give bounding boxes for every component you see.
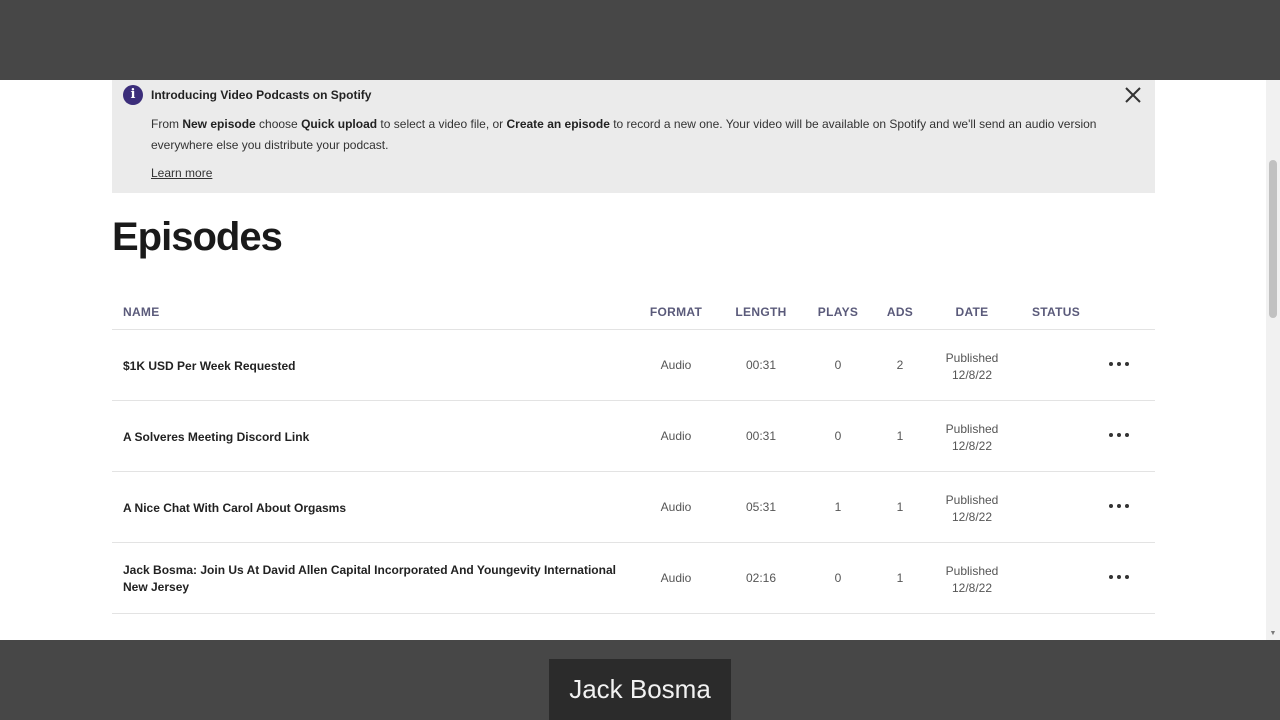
- episodes-table: NAME FORMAT LENGTH PLAYS ADS DATE STATUS…: [112, 290, 1155, 614]
- browser-viewport: i Introducing Video Podcasts on Spotify …: [0, 80, 1280, 640]
- more-options-button[interactable]: [1104, 356, 1134, 372]
- episode-length: 00:31: [745, 429, 777, 443]
- more-options-button[interactable]: [1104, 498, 1134, 514]
- page-title: Episodes: [112, 215, 283, 259]
- column-date[interactable]: DATE: [956, 305, 989, 319]
- episode-plays: 0: [834, 429, 842, 443]
- episode-ads: 1: [896, 571, 904, 585]
- column-name[interactable]: NAME: [123, 305, 160, 319]
- episode-plays: 0: [834, 571, 842, 585]
- column-format[interactable]: FORMAT: [650, 305, 702, 319]
- more-options-button[interactable]: [1104, 569, 1134, 585]
- episode-name[interactable]: A Nice Chat With Carol About Orgasms: [123, 500, 623, 517]
- column-ads[interactable]: ADS: [887, 305, 913, 319]
- scrollbar-thumb[interactable]: [1269, 160, 1277, 318]
- episode-ads: 1: [896, 429, 904, 443]
- episode-length: 05:31: [745, 500, 777, 514]
- episode-date: Published 12/8/22: [945, 564, 999, 595]
- close-button[interactable]: [1122, 84, 1144, 106]
- episode-length: 00:31: [745, 358, 777, 372]
- close-icon: [1125, 87, 1141, 103]
- episode-name[interactable]: Jack Bosma: Join Us At David Allen Capit…: [123, 562, 623, 596]
- info-icon: i: [123, 85, 143, 105]
- column-length[interactable]: LENGTH: [735, 305, 786, 319]
- episode-name[interactable]: $1K USD Per Week Requested: [123, 358, 623, 375]
- episode-date: Published 12/8/22: [945, 422, 999, 453]
- banner-title: Introducing Video Podcasts on Spotify: [151, 88, 372, 102]
- top-letterbox: [0, 0, 1280, 80]
- table-row[interactable]: A Nice Chat With Carol About Orgasms Aud…: [112, 472, 1155, 543]
- episode-name[interactable]: A Solveres Meeting Discord Link: [123, 429, 623, 446]
- vertical-scrollbar[interactable]: ▼: [1266, 80, 1280, 640]
- episode-date: Published 12/8/22: [945, 493, 999, 524]
- table-row[interactable]: Jack Bosma: Join Us At David Allen Capit…: [112, 543, 1155, 614]
- episode-plays: 1: [834, 500, 842, 514]
- episode-length: 02:16: [745, 571, 777, 585]
- caption-overlay: Jack Bosma: [549, 659, 731, 720]
- video-podcast-banner: i Introducing Video Podcasts on Spotify …: [112, 80, 1155, 193]
- episode-format: Audio: [660, 429, 692, 443]
- episode-format: Audio: [660, 571, 692, 585]
- episode-ads: 1: [896, 500, 904, 514]
- episode-ads: 2: [896, 358, 904, 372]
- column-status[interactable]: STATUS: [1032, 305, 1080, 319]
- episode-date: Published 12/8/22: [945, 351, 999, 382]
- scroll-down-arrow-icon[interactable]: ▼: [1269, 630, 1277, 638]
- banner-text: From New episode choose Quick upload to …: [151, 117, 1097, 152]
- learn-more-link[interactable]: Learn more: [151, 166, 212, 180]
- episode-format: Audio: [660, 358, 692, 372]
- table-row[interactable]: A Solveres Meeting Discord Link Audio 00…: [112, 401, 1155, 472]
- table-header: NAME FORMAT LENGTH PLAYS ADS DATE STATUS: [112, 290, 1155, 330]
- episode-format: Audio: [660, 500, 692, 514]
- episode-plays: 0: [834, 358, 842, 372]
- more-options-button[interactable]: [1104, 427, 1134, 443]
- column-plays[interactable]: PLAYS: [818, 305, 858, 319]
- table-row[interactable]: $1K USD Per Week Requested Audio 00:31 0…: [112, 330, 1155, 401]
